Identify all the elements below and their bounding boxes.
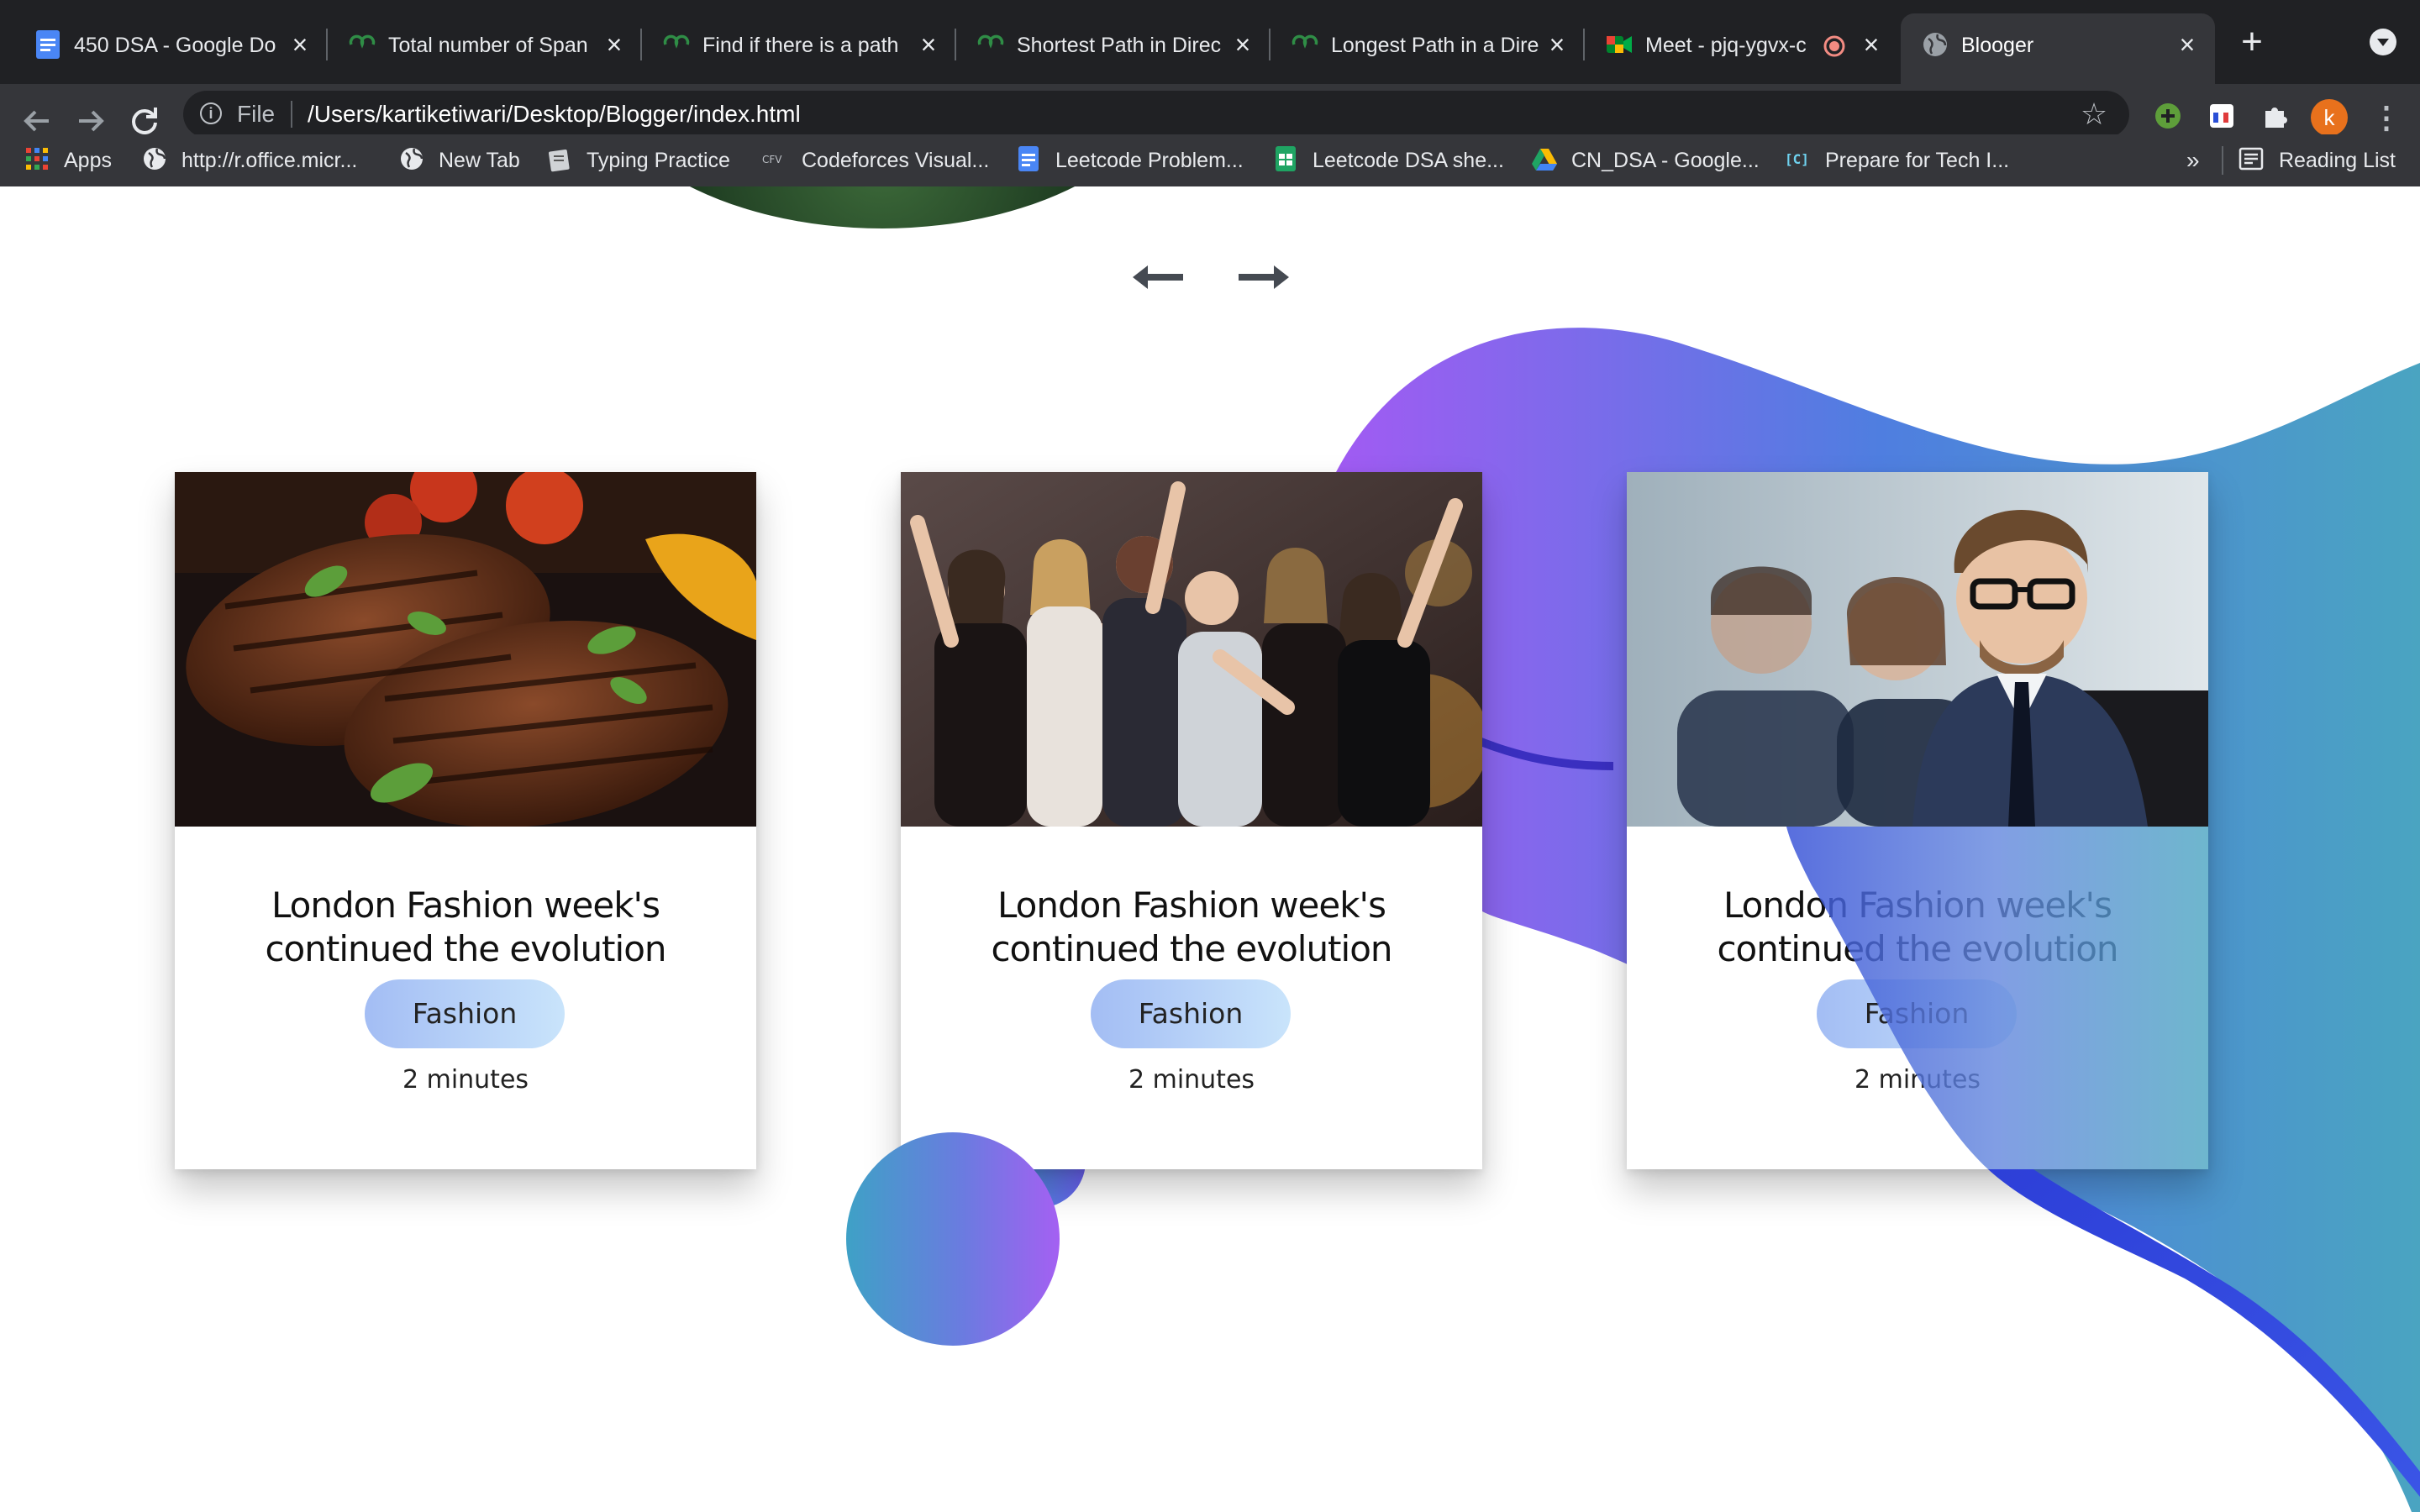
bookmark-leetcode-dsa-sheet[interactable]: Leetcode DSA she... bbox=[1272, 143, 1504, 178]
tab-title: 450 DSA - Google Do bbox=[74, 34, 276, 57]
tab-450-dsa[interactable]: 450 DSA - Google Do × bbox=[13, 13, 328, 84]
bookmark-label: Leetcode DSA she... bbox=[1313, 149, 1504, 172]
bookmark-codeforces-visual[interactable]: CFV Codeforces Visual... bbox=[761, 143, 989, 178]
typing-icon bbox=[548, 150, 570, 172]
tab-title: Meet - pjq-ygvx-c bbox=[1645, 34, 1807, 57]
geeksforgeeks-icon bbox=[1292, 34, 1318, 49]
cfv-icon: CFV bbox=[762, 154, 782, 165]
tab-title: Shortest Path in Direc bbox=[1017, 34, 1222, 57]
decorative-circle-large bbox=[846, 1132, 1060, 1346]
info-icon[interactable]: i bbox=[200, 102, 222, 124]
extension-plus-icon[interactable] bbox=[2151, 99, 2185, 133]
bookmark-prepare-tech[interactable]: [C] Prepare for Tech I... bbox=[1785, 143, 2009, 178]
new-tab-button[interactable]: + bbox=[2232, 24, 2272, 64]
url-text[interactable]: /Users/kartiketiwari/Desktop/Blogger/ind… bbox=[308, 97, 801, 131]
blog-card[interactable]: London Fashion week's continued the evol… bbox=[901, 472, 1482, 1169]
reading-list-label: Reading List bbox=[2279, 149, 2396, 172]
category-tag[interactable]: Fashion bbox=[1091, 979, 1291, 1048]
category-tag[interactable]: Fashion bbox=[1817, 979, 2017, 1048]
scheme-label: File bbox=[237, 101, 276, 127]
bookmark-label: Leetcode Problem... bbox=[1055, 149, 1244, 172]
close-icon[interactable]: × bbox=[287, 31, 313, 58]
tab-shortest-path[interactable]: Shortest Path in Direc × bbox=[956, 13, 1270, 84]
recording-icon bbox=[1823, 35, 1845, 57]
close-icon[interactable]: × bbox=[1230, 31, 1255, 58]
svg-text:CFV: CFV bbox=[762, 154, 782, 165]
bookmark-typing-practice[interactable]: Typing Practice bbox=[546, 143, 730, 178]
extensions-puzzle-icon[interactable] bbox=[2259, 99, 2292, 133]
globe-icon bbox=[401, 148, 424, 171]
reading-list-button[interactable]: Reading List bbox=[2238, 143, 2396, 178]
google-drive-icon bbox=[1532, 149, 1557, 171]
bookmark-star-icon[interactable]: ☆ bbox=[2077, 97, 2111, 131]
tab-find-path[interactable]: Find if there is a path × bbox=[642, 13, 956, 84]
grilled-steak-photo bbox=[175, 472, 756, 827]
bookmark-label: Typing Practice bbox=[587, 149, 730, 172]
bookmark-label: Apps bbox=[64, 149, 112, 172]
tab-title: Blooger bbox=[1961, 34, 2034, 57]
page-viewport: London Fashion week's continued the evol… bbox=[0, 186, 2420, 1512]
bookmark-new-tab[interactable]: New Tab bbox=[398, 143, 520, 178]
globe-icon bbox=[144, 148, 166, 171]
tab-blooger[interactable]: Blooger × bbox=[1901, 13, 2215, 84]
close-icon[interactable]: × bbox=[602, 31, 627, 58]
geeksforgeeks-icon bbox=[349, 34, 376, 49]
blog-card[interactable]: London Fashion week's continued the evol… bbox=[1627, 472, 2208, 1169]
bookmarks-divider bbox=[2222, 146, 2223, 175]
business-people-photo bbox=[1627, 472, 2208, 827]
close-icon[interactable]: × bbox=[1544, 31, 1570, 58]
extension-flag-icon[interactable] bbox=[2205, 99, 2238, 133]
tab-longest-path[interactable]: Longest Path in a Dire × bbox=[1270, 13, 1585, 84]
read-time: 2 minutes bbox=[402, 1065, 529, 1095]
bookmark-cn-dsa[interactable]: CN_DSA - Google... bbox=[1531, 143, 1760, 178]
bookmark-label: CN_DSA - Google... bbox=[1571, 149, 1760, 172]
bookmark-apps[interactable]: Apps bbox=[24, 143, 112, 178]
geeksforgeeks-icon bbox=[663, 34, 690, 49]
card-title[interactable]: London Fashion week's continued the evol… bbox=[1652, 884, 2183, 971]
close-icon[interactable]: × bbox=[1859, 31, 1884, 58]
tab-title: Longest Path in a Dire bbox=[1331, 34, 1539, 57]
geeksforgeeks-icon bbox=[977, 34, 1004, 49]
profile-avatar[interactable]: k bbox=[2311, 99, 2348, 136]
read-time: 2 minutes bbox=[1128, 1065, 1255, 1095]
apps-grid-icon bbox=[26, 148, 48, 171]
google-docs-icon bbox=[1018, 146, 1039, 172]
blog-card[interactable]: London Fashion week's continued the evol… bbox=[175, 472, 756, 1169]
globe-icon bbox=[1923, 33, 1947, 56]
bookmark-label: New Tab bbox=[439, 149, 520, 172]
close-icon[interactable]: × bbox=[916, 31, 941, 58]
tab-title: Find if there is a path bbox=[702, 34, 899, 57]
party-crowd-photo bbox=[901, 472, 1482, 827]
tab-spanning-trees[interactable]: Total number of Span × bbox=[328, 13, 642, 84]
card-title[interactable]: London Fashion week's continued the evol… bbox=[926, 884, 1457, 971]
codechef-icon: [C] bbox=[1785, 151, 1809, 167]
google-sheets-icon bbox=[1276, 146, 1296, 172]
card-image-steak bbox=[175, 472, 756, 827]
bookmark-office[interactable]: http://r.office.micr... bbox=[141, 143, 357, 178]
kebab-menu-icon[interactable]: ⋮ bbox=[2371, 99, 2402, 136]
category-tag[interactable]: Fashion bbox=[365, 979, 565, 1048]
google-meet-icon bbox=[1607, 36, 1632, 53]
tab-meet[interactable]: Meet - pjq-ygvx-c × bbox=[1585, 13, 1899, 84]
google-docs-icon bbox=[36, 30, 60, 59]
svg-text:[C]: [C] bbox=[1785, 151, 1809, 167]
bookmark-label: http://r.office.micr... bbox=[182, 149, 358, 172]
bookmarks-overflow-button[interactable]: » bbox=[2186, 143, 2200, 178]
tab-title: Total number of Span bbox=[388, 34, 588, 57]
close-icon[interactable]: × bbox=[2175, 31, 2200, 58]
bookmark-label: Codeforces Visual... bbox=[802, 149, 990, 172]
tab-strip: 450 DSA - Google Do × Total number of Sp… bbox=[0, 0, 2420, 84]
card-title[interactable]: London Fashion week's continued the evol… bbox=[200, 884, 731, 971]
tab-search-icon[interactable] bbox=[2370, 29, 2396, 55]
reading-list-icon bbox=[2238, 148, 2264, 171]
omnibox-divider bbox=[291, 101, 292, 128]
address-bar[interactable]: i File /Users/kartiketiwari/Desktop/Blog… bbox=[183, 91, 2129, 138]
bookmark-label: Prepare for Tech I... bbox=[1825, 149, 2010, 172]
read-time: 2 minutes bbox=[1854, 1065, 1981, 1095]
bookmarks-bar: Apps http://r.office.micr... New Tab Typ… bbox=[0, 134, 2420, 186]
bookmark-leetcode-problems[interactable]: Leetcode Problem... bbox=[1015, 143, 1244, 178]
card-image-business bbox=[1627, 472, 2208, 827]
card-image-party bbox=[901, 472, 1482, 827]
